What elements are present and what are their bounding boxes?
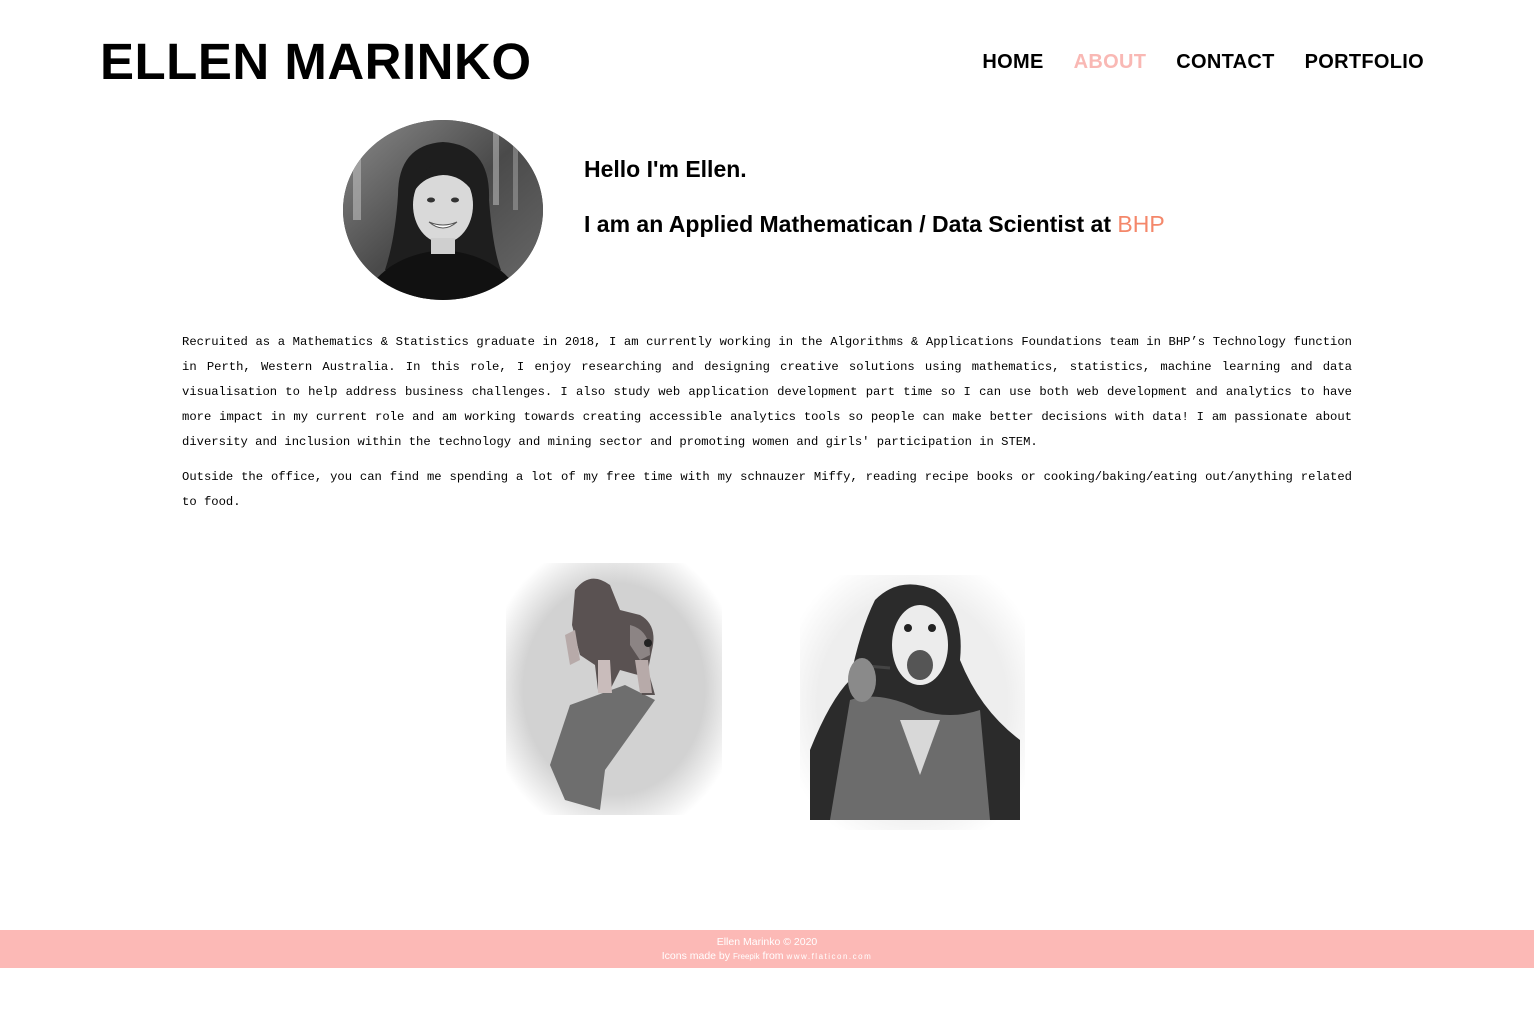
company-link[interactable]: BHP — [1117, 211, 1164, 237]
footer-copyright: Ellen Marinko © 2020 — [716, 936, 818, 948]
bio: Recruited as a Mathematics & Statistics … — [182, 330, 1352, 525]
footer-icons-from: from — [759, 950, 787, 962]
bio-paragraph-work: Recruited as a Mathematics & Statistics … — [182, 335, 1352, 449]
nav-portfolio[interactable]: PORTFOLIO — [1305, 48, 1424, 76]
nav-about[interactable]: ABOUT — [1074, 48, 1147, 76]
footer-icons-prefix: Icons made by — [661, 950, 733, 962]
dog-image — [480, 535, 765, 820]
role-heading: I am an Applied Mathematican / Data Scie… — [584, 209, 1165, 239]
freepik-link[interactable]: Freepik — [733, 952, 760, 961]
greeting: Hello I'm Ellen. — [584, 156, 747, 182]
nav-contact[interactable]: CONTACT — [1176, 48, 1274, 76]
flaticon-link[interactable]: www.flaticon.com — [786, 952, 872, 961]
eating-image — [790, 570, 1030, 835]
profile-photo — [343, 120, 543, 300]
footer-credits: Icons made by Freepik from www.flaticon.… — [0, 949, 1534, 964]
nav-home[interactable]: HOME — [982, 48, 1043, 76]
main-nav: HOME ABOUT CONTACT PORTFOLIO — [982, 48, 1424, 76]
footer: Ellen Marinko © 2020 Icons made by Freep… — [0, 930, 1534, 968]
site-title[interactable]: ELLEN MARINKO — [100, 32, 531, 92]
role-text: I am an Applied Mathematican / Data Scie… — [584, 211, 1118, 237]
bio-paragraph-personal: Outside the office, you can find me spen… — [182, 470, 1352, 509]
